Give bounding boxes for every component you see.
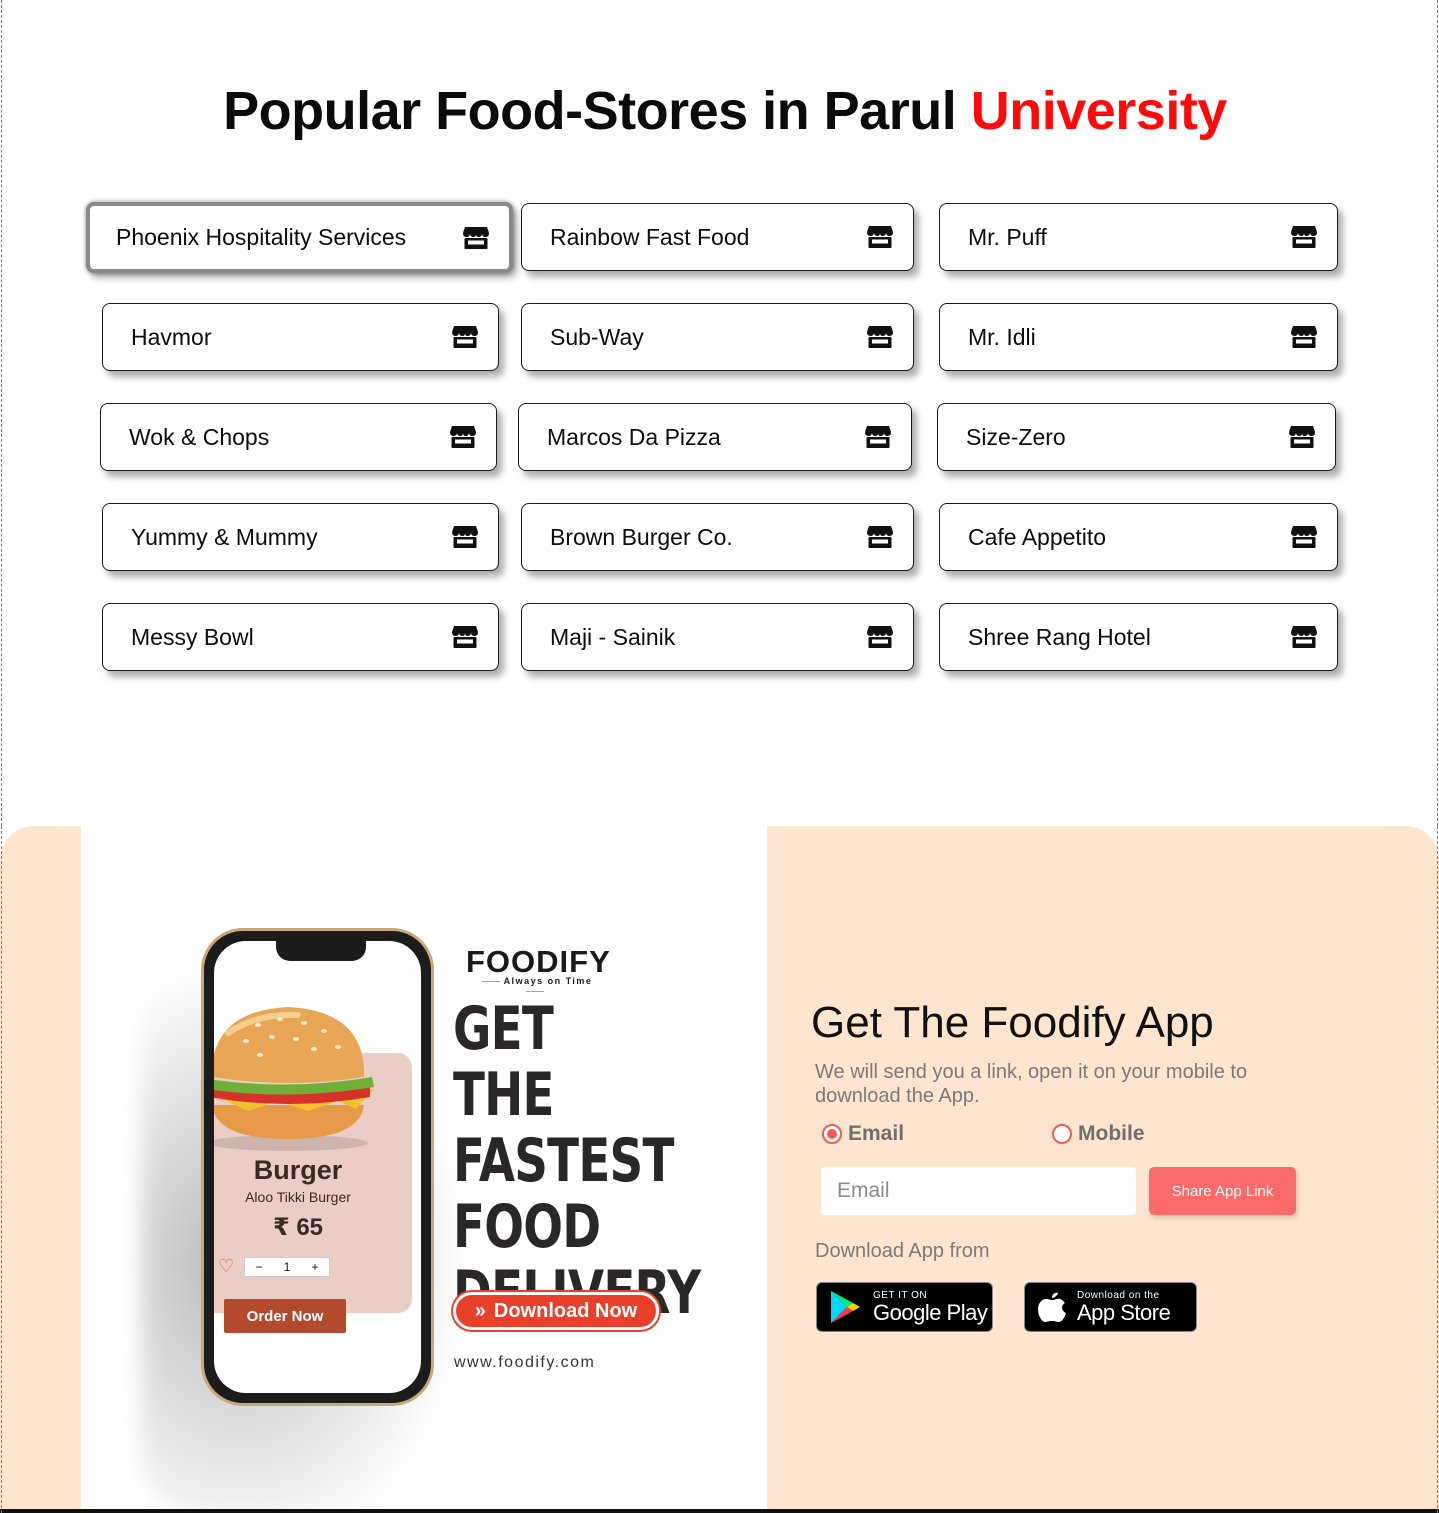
store-name: Wok & Chops — [129, 423, 270, 450]
google-play-icon — [831, 1291, 860, 1323]
store-card[interactable]: Yummy & Mummy — [102, 503, 499, 571]
radio-email-indicator[interactable] — [822, 1124, 842, 1144]
share-app-link-button[interactable]: Share App Link — [1149, 1167, 1296, 1215]
double-chevron-right-icon: » — [474, 1299, 486, 1322]
storefront-icon — [1289, 223, 1319, 251]
food-item-subtitle: Aloo Tikki Burger — [245, 1189, 351, 1205]
google-play-badge[interactable]: GET IT ON Google Play — [816, 1282, 993, 1332]
app-section-title: Get The Foodify App — [811, 998, 1214, 1047]
storefront-icon — [865, 623, 895, 651]
radio-mobile-indicator[interactable] — [1052, 1124, 1072, 1144]
title-main: Popular Food-Stores in Parul — [223, 81, 971, 141]
store-name: Rainbow Fast Food — [550, 223, 750, 250]
storefront-icon — [865, 523, 895, 551]
store-card[interactable]: Phoenix Hospitality Services — [86, 202, 513, 273]
headline-line: FOOD — [453, 1192, 601, 1262]
storefront-icon — [865, 323, 895, 351]
quantity-stepper: − 1 + — [244, 1257, 330, 1277]
download-now-button[interactable]: » Download Now — [453, 1292, 659, 1330]
google-play-big-text: Google Play — [873, 1299, 988, 1325]
store-name: Mr. Puff — [968, 223, 1047, 250]
storefront-icon — [865, 223, 895, 251]
quantity-value: 1 — [283, 1260, 291, 1274]
website-url: www.foodify.com — [454, 1354, 596, 1371]
food-item-price: ₹ 65 — [272, 1214, 324, 1241]
app-store-badge[interactable]: Download on the App Store — [1024, 1282, 1197, 1332]
app-store-small-text: Download on the — [1077, 1289, 1160, 1301]
store-card[interactable]: Wok & Chops — [100, 403, 497, 471]
apple-icon — [1038, 1292, 1066, 1322]
storefront-icon — [863, 423, 893, 451]
store-name: Shree Rang Hotel — [968, 623, 1151, 650]
food-item-title: Burger — [253, 1155, 343, 1185]
store-card[interactable]: Messy Bowl — [102, 603, 499, 671]
store-name: Yummy & Mummy — [131, 523, 318, 550]
store-name: Maji - Sainik — [550, 623, 676, 650]
minus-icon: − — [255, 1260, 263, 1274]
download-now-label: Download Now — [493, 1299, 638, 1322]
store-name: Havmor — [131, 323, 212, 350]
store-name: Messy Bowl — [131, 623, 254, 650]
store-name: Cafe Appetito — [968, 523, 1107, 550]
headline-line: GET THE — [453, 994, 555, 1130]
phone-notch — [276, 941, 366, 961]
store-name: Marcos Da Pizza — [547, 423, 721, 450]
store-card[interactable]: Cafe Appetito — [939, 503, 1338, 571]
headline-line: FASTEST — [453, 1126, 674, 1196]
email-input[interactable] — [821, 1167, 1136, 1215]
app-store-big-text: App Store — [1077, 1299, 1171, 1325]
store-card[interactable]: Size-Zero — [937, 403, 1336, 471]
store-card[interactable]: Brown Burger Co. — [521, 503, 914, 571]
radio-email-label: Email — [848, 1122, 905, 1145]
storefront-icon — [461, 224, 491, 252]
storefront-icon — [1289, 623, 1319, 651]
store-name: Sub-Way — [550, 323, 644, 350]
google-play-small-text: GET IT ON — [873, 1289, 928, 1301]
banner-headline: GET THE FASTEST FOOD DELIVERY — [453, 994, 701, 1326]
page-guide-left-lower — [1, 826, 2, 1513]
store-card[interactable]: Shree Rang Hotel — [939, 603, 1338, 671]
store-card[interactable]: Havmor — [102, 303, 499, 371]
title-accent: University — [970, 81, 1228, 141]
page-title: Popular Food-Stores in Parul University — [0, 80, 1439, 142]
burger-image — [214, 1007, 374, 1151]
radio-mobile[interactable]: Mobile — [1052, 1122, 1145, 1146]
store-name: Phoenix Hospitality Services — [116, 224, 407, 250]
storefront-icon — [1289, 323, 1319, 351]
storefront-icon — [450, 323, 480, 351]
bottom-border — [0, 1509, 1439, 1513]
app-section-description: We will send you a link, open it on your… — [815, 1061, 1248, 1107]
download-from-label: Download App from — [815, 1240, 990, 1262]
store-card[interactable]: Rainbow Fast Food — [521, 203, 914, 271]
promo-banner: Burger Aloo Tikki Burger ₹ 65 ♡ − 1 + Or… — [81, 826, 767, 1513]
store-name: Brown Burger Co. — [550, 523, 733, 550]
store-name: Size-Zero — [966, 423, 1066, 450]
radio-email[interactable]: Email — [822, 1122, 904, 1146]
plus-icon: + — [311, 1260, 319, 1274]
store-name: Mr. Idli — [968, 323, 1036, 350]
radio-mobile-label: Mobile — [1078, 1122, 1145, 1145]
storefront-icon — [450, 523, 480, 551]
store-card[interactable]: Maji - Sainik — [521, 603, 914, 671]
phone-screen: Burger Aloo Tikki Burger ₹ 65 ♡ − 1 + Or… — [214, 941, 421, 1393]
foodify-tagline: Always on Time — [465, 976, 605, 996]
order-now-button: Order Now — [224, 1299, 346, 1333]
storefront-icon — [1289, 523, 1319, 551]
store-card[interactable]: Mr. Idli — [939, 303, 1338, 371]
storefront-icon — [450, 623, 480, 651]
foodify-logo: FOODIFY — [466, 944, 611, 979]
store-card[interactable]: Sub-Way — [521, 303, 914, 371]
storefront-icon — [448, 423, 478, 451]
phone-mockup: Burger Aloo Tikki Burger ₹ 65 ♡ − 1 + Or… — [201, 928, 434, 1406]
storefront-icon — [1287, 423, 1317, 451]
heart-icon: ♡ — [218, 1256, 235, 1276]
page-guide-right-lower — [1437, 826, 1438, 1513]
store-card[interactable]: Mr. Puff — [939, 203, 1338, 271]
store-card[interactable]: Marcos Da Pizza — [518, 403, 912, 471]
